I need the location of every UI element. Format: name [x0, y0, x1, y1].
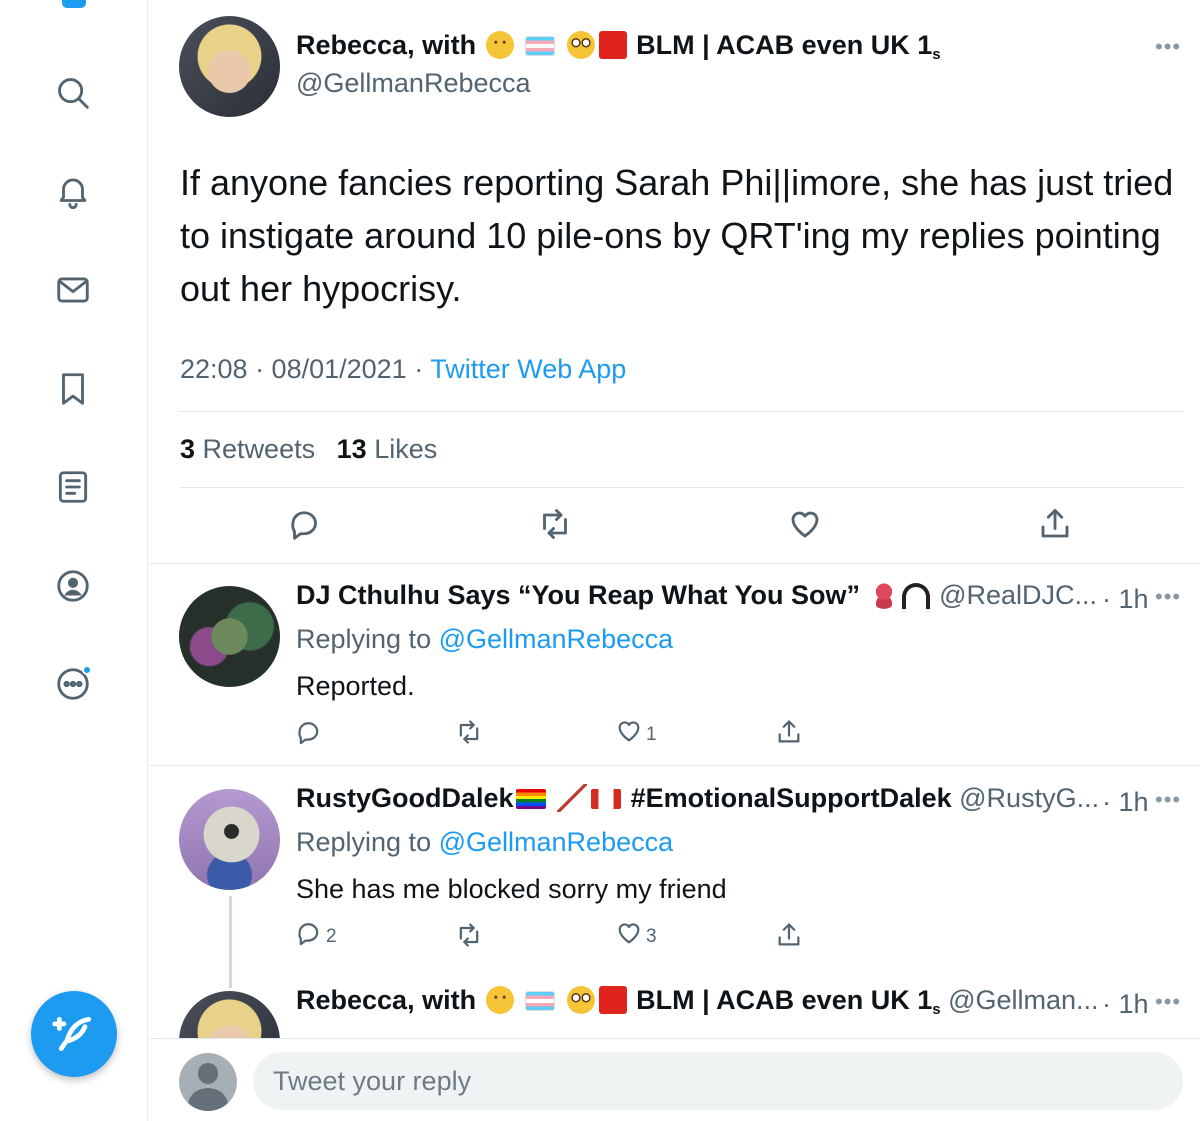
retweet-button[interactable] [455, 718, 486, 746]
replying-to: Replying to @GellmanRebecca [296, 827, 674, 857]
reply-icon [291, 511, 317, 540]
author-display-name[interactable]: Rebecca, with BLM | ACAB even UK 1s [296, 30, 941, 63]
retweets-stat[interactable]: 3 Retweets [180, 434, 315, 464]
thread-connector-line [229, 896, 232, 988]
compose-tweet-button[interactable] [31, 991, 117, 1077]
divider [180, 411, 1183, 412]
reply-composer-bar [149, 1038, 1200, 1121]
rainbow-flag-emoji-icon [515, 789, 546, 809]
notification-dot [82, 665, 92, 675]
octopus-emoji-icon [869, 581, 898, 609]
tweet-source-link[interactable]: Twitter Web App [430, 354, 626, 384]
nerd-face-emoji-icon [566, 31, 595, 59]
canada-flag-emoji-icon [591, 789, 622, 809]
reply-icon [298, 923, 319, 946]
reply-text: Reported. [296, 671, 415, 701]
author-name-subscript: s [932, 46, 941, 63]
bookmarks-icon[interactable] [50, 366, 96, 412]
tweet-stats: 3 Retweets 13 Likes [180, 434, 451, 465]
author-handle[interactable]: @GellmanRebecca [296, 68, 531, 99]
retweet-icon [459, 720, 479, 744]
author-name-suffix: BLM | ACAB even UK 1 [636, 30, 933, 60]
reply-count: 2 [326, 926, 337, 947]
nerd-face-emoji-icon [566, 986, 595, 1014]
reply-timestamp[interactable]: · 1h [1102, 989, 1149, 1020]
white-cane-emoji-icon [557, 784, 588, 812]
reply-more-icon[interactable]: ••• [1155, 787, 1181, 813]
reply-button[interactable] [295, 718, 326, 746]
reply-more-icon[interactable]: ••• [1155, 584, 1181, 610]
tweet-body: If anyone fancies reporting Sarah Phi||i… [180, 162, 1174, 309]
tweet-more-icon[interactable]: ••• [1155, 34, 1181, 60]
heart-icon [791, 511, 819, 538]
reply-more-icon[interactable]: ••• [1155, 989, 1181, 1015]
reply-author-handle: @RealDJC... [939, 580, 1098, 610]
retweet-icon [459, 923, 479, 947]
headphones-emoji-icon [901, 583, 930, 609]
like-count: 1 [646, 724, 657, 745]
divider [180, 487, 1183, 488]
red-square-emoji-icon [598, 31, 627, 59]
hugging-face-emoji-icon [485, 986, 514, 1014]
retweet-button[interactable] [455, 921, 486, 949]
reply-author-avatar[interactable] [179, 789, 280, 890]
tweet-timestamp[interactable]: 22:08 · 08/01/2021 · [180, 354, 430, 384]
retweet-button[interactable] [537, 506, 573, 542]
heart-icon [618, 923, 640, 944]
share-button[interactable] [1037, 506, 1073, 542]
transgender-flag-emoji-icon [525, 991, 556, 1011]
reply-button[interactable]: 2 [295, 918, 337, 948]
tweet-thread: Rebecca, with BLM | ACAB even UK 1s @Gel… [149, 0, 1200, 1121]
heart-icon [618, 721, 640, 742]
profile-icon[interactable] [50, 563, 96, 609]
reply-button[interactable] [287, 506, 323, 542]
transgender-flag-emoji-icon [525, 36, 556, 56]
retweet-icon [543, 509, 567, 539]
more-options-icon[interactable] [50, 661, 96, 707]
like-count: 3 [646, 926, 657, 947]
reply-author-avatar[interactable] [179, 586, 280, 687]
like-button[interactable]: 1 [615, 716, 657, 746]
current-user-avatar[interactable] [179, 1053, 237, 1111]
share-icon [778, 923, 800, 946]
tweet-meta: 22:08 · 08/01/2021 · Twitter Web App [180, 354, 626, 385]
reply-author-name[interactable]: RustyGoodDalek #EmotionalSupportDalek @R… [296, 783, 1099, 814]
divider [149, 563, 1200, 564]
author-name-text: Rebecca, with [296, 30, 477, 60]
author-avatar[interactable] [179, 16, 280, 117]
share-icon [778, 720, 800, 743]
reply-author-name[interactable]: Rebecca, with BLM | ACAB even UK 1s @Gel… [296, 985, 1099, 1018]
reply-author-handle: @RustyG... [959, 783, 1100, 813]
share-button[interactable] [775, 921, 803, 949]
notifications-bell-icon[interactable] [50, 168, 96, 214]
messages-mail-icon[interactable] [50, 267, 96, 313]
home-icon[interactable] [62, 0, 86, 8]
reply-author-name[interactable]: DJ Cthulhu Says “You Reap What You Sow” … [296, 580, 1097, 611]
reply-timestamp[interactable]: · 1h [1102, 787, 1149, 818]
replying-to-mention[interactable]: @GellmanRebecca [439, 624, 674, 654]
red-square-emoji-icon [598, 986, 627, 1014]
replying-to: Replying to @GellmanRebecca [296, 624, 674, 654]
search-icon[interactable] [50, 70, 96, 116]
hugging-face-emoji-icon [485, 31, 514, 59]
reply-author-handle: @Gellman... [948, 985, 1099, 1015]
share-button[interactable] [775, 718, 803, 746]
tweet-reply-input[interactable] [253, 1052, 1183, 1110]
lists-icon[interactable] [50, 464, 96, 510]
like-button[interactable]: 3 [615, 918, 657, 948]
reply-icon [298, 722, 319, 745]
likes-stat[interactable]: 13 Likes [337, 434, 438, 464]
reply-text: She has me blocked sorry my friend [296, 874, 727, 904]
divider [149, 765, 1200, 766]
like-button[interactable] [787, 506, 823, 542]
reply-timestamp[interactable]: · 1h [1102, 584, 1149, 615]
nav-rail [0, 0, 148, 1121]
share-icon [1041, 509, 1069, 538]
compose-feather-icon [52, 1016, 92, 1052]
replying-to-mention[interactable]: @GellmanRebecca [439, 827, 674, 857]
